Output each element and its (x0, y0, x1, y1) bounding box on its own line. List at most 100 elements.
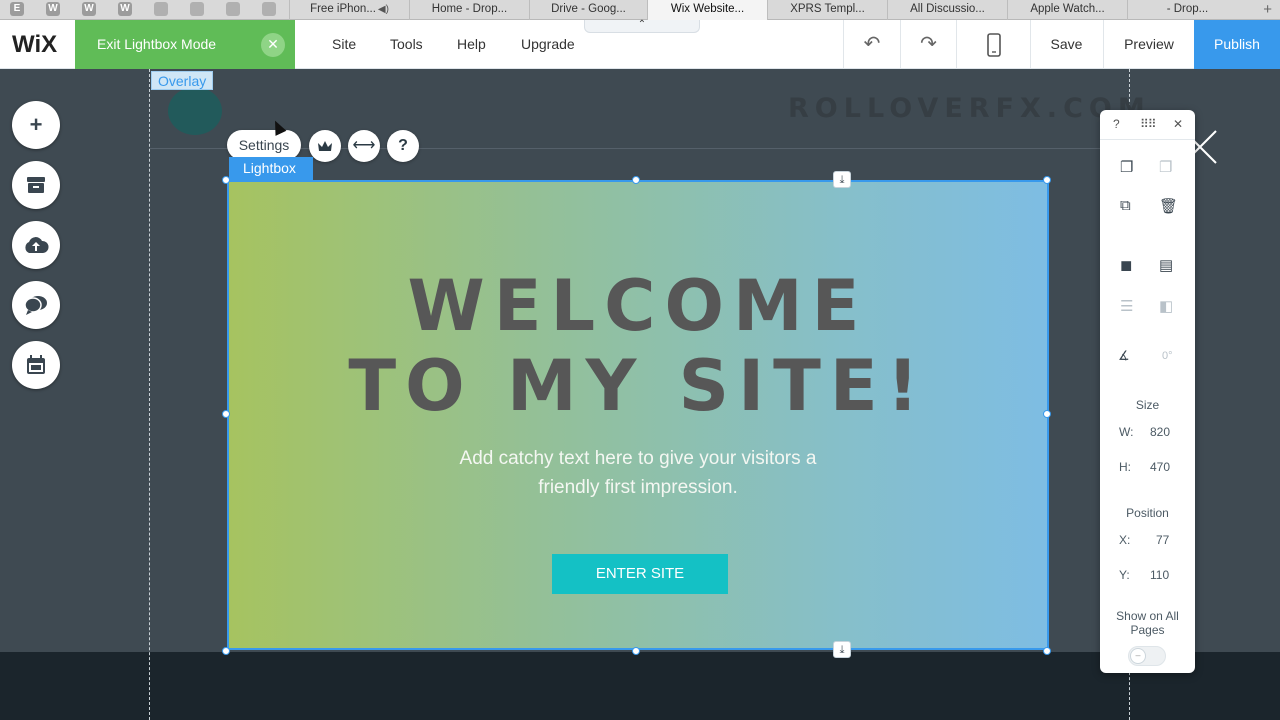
mail-tab-icon[interactable] (154, 2, 168, 16)
browser-tab[interactable]: XPRS Templ... (767, 0, 887, 20)
tab-label: Home - Drop... (431, 3, 508, 15)
resize-handle[interactable] (222, 410, 230, 418)
download-anchor-icon[interactable]: ⤓ (833, 171, 851, 188)
youtube-tab-icon[interactable] (262, 2, 276, 16)
background-element (168, 87, 222, 135)
bookings-button[interactable] (12, 341, 60, 389)
publish-button[interactable]: Publish (1194, 20, 1280, 69)
new-tab-button[interactable]: + (1263, 0, 1272, 19)
redo-icon[interactable]: ↷ (901, 20, 956, 69)
exit-lightbox-label: Exit Lightbox Mode (97, 36, 217, 52)
add-button[interactable]: + (12, 101, 60, 149)
browser-tab[interactable]: - Drop... (1127, 0, 1247, 20)
collapse-toolbar-button[interactable]: ⌃ (584, 20, 700, 33)
settings-button[interactable]: Settings (227, 130, 301, 160)
resize-handle[interactable] (632, 647, 640, 655)
pinned-tab[interactable]: W (118, 2, 132, 16)
chat-button[interactable] (12, 281, 60, 329)
pinned-tab[interactable]: E (10, 2, 24, 16)
help-icon[interactable]: ? (1113, 117, 1120, 131)
toggle-knob: – (1130, 648, 1146, 664)
tab-label: Apple Watch... (1030, 3, 1105, 15)
help-icon[interactable]: ? (387, 130, 419, 162)
browser-tab-bar: E W W W Free iPhon... ◀) Home - Drop... D… (0, 0, 1280, 20)
resize-handle[interactable] (632, 176, 640, 184)
arrange-icon[interactable]: ◼ (1120, 256, 1132, 274)
store-button[interactable] (12, 161, 60, 209)
lightbox-tag: Lightbox (229, 157, 313, 180)
align-icon[interactable]: ▤ (1159, 256, 1173, 274)
stretch-icon[interactable]: ⟷ (348, 130, 380, 162)
add-icon: + (29, 112, 43, 137)
distribute-icon: ☰ (1120, 298, 1134, 315)
resize-handle[interactable] (222, 647, 230, 655)
height-label: H: (1119, 460, 1131, 474)
browser-tab[interactable]: Apple Watch... (1007, 0, 1127, 20)
preview-button[interactable]: Preview (1104, 20, 1194, 69)
height-value[interactable]: 470 (1150, 460, 1170, 474)
calendar-icon (12, 341, 60, 389)
rotation-value[interactable]: 0° (1162, 350, 1173, 362)
download-anchor-icon[interactable]: ⤓ (833, 641, 851, 658)
paste-icon: ❐ (1159, 159, 1173, 176)
resize-handle[interactable] (1043, 176, 1051, 184)
pinned-tab[interactable]: W (82, 2, 96, 16)
save-button[interactable]: Save (1030, 20, 1103, 69)
browser-tab[interactable]: Drive - Goog... (529, 0, 647, 20)
duplicate-icon[interactable]: ⧉ (1120, 197, 1131, 214)
y-value[interactable]: 110 (1150, 568, 1169, 582)
tab-label: Drive - Goog... (551, 3, 626, 15)
crown-icon[interactable] (309, 130, 341, 162)
width-value[interactable]: 820 (1150, 425, 1170, 439)
x-label: X: (1119, 533, 1131, 547)
pinned-tab[interactable]: W (46, 2, 60, 16)
copy-icon[interactable]: ❐ (1120, 158, 1133, 176)
position-label: Position (1126, 506, 1169, 520)
exit-lightbox-button[interactable]: Exit Lightbox Mode ✕ (75, 20, 295, 69)
facebook-tab-icon[interactable] (226, 2, 240, 16)
tab-label: Free iPhon... (310, 3, 376, 15)
wix-logo[interactable]: WiX (12, 31, 57, 59)
mail-tab-icon[interactable] (190, 2, 204, 16)
tab-label: - Drop... (1166, 3, 1209, 15)
welcome-heading[interactable]: WELCOME TO MY SITE! (229, 266, 1047, 426)
tab-label: XPRS Templ... (790, 3, 865, 15)
show-on-all-pages-label: Show on All Pages (1116, 609, 1179, 637)
speaker-icon: ◀) (377, 4, 389, 15)
upload-icon (12, 221, 60, 269)
welcome-subtext[interactable]: Add catchy text here to give your visito… (229, 444, 1047, 502)
drag-handle-icon[interactable]: ⠿⠿ (1140, 117, 1157, 131)
lightbox-container[interactable]: WELCOME TO MY SITE! Add catchy text here… (227, 180, 1049, 650)
menu-upgrade[interactable]: Upgrade (521, 20, 575, 69)
tab-label: All Discussio... (910, 3, 985, 15)
browser-tab[interactable]: Home - Drop... (409, 0, 529, 20)
page-footer-area (0, 652, 1280, 720)
y-label: Y: (1119, 568, 1130, 582)
rotate-icon[interactable]: ∡ (1118, 348, 1130, 364)
resize-handle[interactable] (222, 176, 230, 184)
browser-tab[interactable]: All Discussio... (887, 0, 1007, 20)
menu-help[interactable]: Help (457, 20, 486, 69)
tab-label: Wix Website... (670, 3, 745, 15)
grid-guide-left (149, 69, 150, 720)
x-value[interactable]: 77 (1156, 533, 1169, 547)
store-icon (12, 161, 60, 209)
chat-icon (12, 281, 60, 329)
inspector-panel: ? ⠿⠿ ✕ ❐ ❐ ⧉ 🗑 ◼ ▤ ☰ ◧ ∡ 0° Size W: 820 … (1100, 110, 1195, 673)
enter-site-button[interactable]: ENTER SITE (552, 554, 728, 594)
trash-icon[interactable]: 🗑 (1159, 197, 1178, 215)
browser-tab-active[interactable]: Wix Website... (647, 0, 767, 20)
resize-handle[interactable] (1043, 410, 1051, 418)
resize-handle[interactable] (1043, 647, 1051, 655)
show-on-all-pages-toggle[interactable]: – (1128, 646, 1166, 666)
editor-canvas[interactable]: ROLLOVERFX.COM Overlay + Settings ⟷ ? Li… (0, 69, 1280, 720)
close-icon[interactable]: ✕ (1173, 117, 1183, 131)
upload-button[interactable] (12, 221, 60, 269)
mobile-icon[interactable] (957, 20, 1030, 69)
undo-icon[interactable]: ↶ (844, 20, 900, 69)
overlay-label[interactable]: Overlay (151, 71, 214, 90)
menu-site[interactable]: Site (332, 20, 356, 69)
browser-tab[interactable]: Free iPhon... ◀) (289, 0, 409, 20)
menu-tools[interactable]: Tools (390, 20, 423, 69)
close-icon[interactable]: ✕ (261, 33, 285, 57)
